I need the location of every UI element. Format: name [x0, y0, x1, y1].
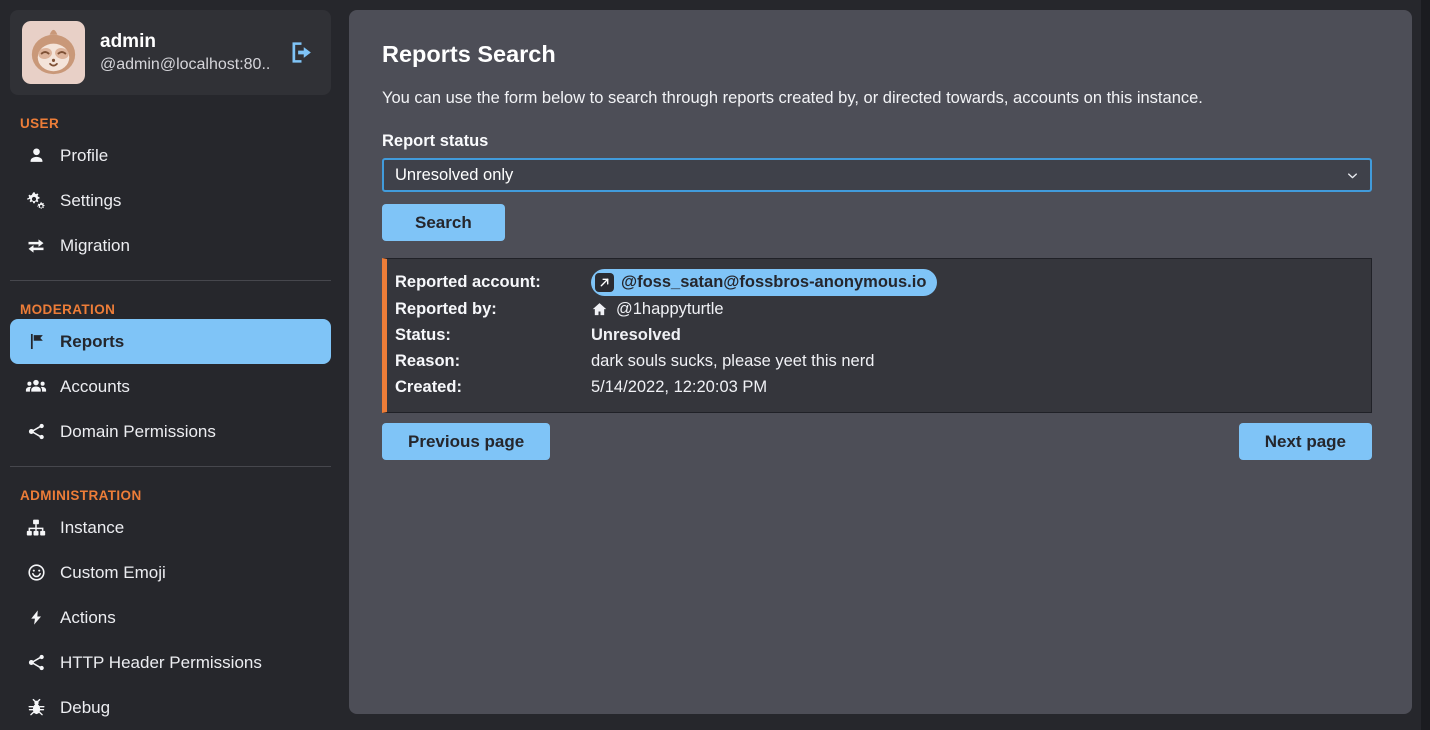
- sidebar-item-label: Reports: [60, 332, 124, 352]
- page-description: You can use the form below to search thr…: [382, 89, 1372, 108]
- nav-moderation: Reports Accounts: [10, 319, 331, 454]
- sidebar-item-label: Instance: [60, 518, 124, 538]
- sidebar-item-label: Domain Permissions: [60, 422, 216, 442]
- bug-icon: [25, 698, 47, 717]
- sidebar-item-instance[interactable]: Instance: [10, 505, 331, 550]
- users-icon: [25, 376, 47, 398]
- report-status-selected-value: Unresolved only: [395, 166, 513, 185]
- page-title: Reports Search: [382, 41, 1372, 68]
- sidebar-item-label: Profile: [60, 146, 108, 166]
- report-row-label: Reported by:: [395, 300, 591, 319]
- external-link-icon: [595, 273, 614, 292]
- house-icon: [591, 301, 608, 318]
- sidebar-item-reports[interactable]: Reports: [10, 319, 331, 364]
- sidebar-item-accounts[interactable]: Accounts: [10, 364, 331, 409]
- gears-icon: [25, 191, 47, 211]
- sidebar-item-domain-permissions[interactable]: Domain Permissions: [10, 409, 331, 454]
- sidebar-item-label: HTTP Header Permissions: [60, 653, 262, 673]
- chevron-down-icon: [1346, 169, 1359, 182]
- user-card[interactable]: admin @admin@localhost:80...: [10, 10, 331, 95]
- report-row-reason: Reason: dark souls sucks, please yeet th…: [395, 348, 1359, 374]
- report-row-reported-account: Reported account: @foss_satan@fossbros-a…: [395, 269, 1359, 296]
- sidebar-item-label: Accounts: [60, 377, 130, 397]
- sidebar-item-label: Custom Emoji: [60, 563, 166, 583]
- sidebar-item-profile[interactable]: Profile: [10, 133, 331, 178]
- reported-account-link[interactable]: @foss_satan@fossbros-anonymous.io: [591, 269, 937, 296]
- main-panel: Reports Search You can use the form belo…: [349, 10, 1412, 714]
- report-card: Reported account: @foss_satan@fossbros-a…: [382, 258, 1372, 413]
- section-header-moderation: MODERATION: [20, 302, 331, 317]
- sitemap-icon: [25, 518, 47, 538]
- nav-user: Profile Settings: [10, 133, 331, 268]
- report-row-label: Reason:: [395, 352, 591, 371]
- divider: [10, 280, 331, 281]
- report-row-status: Status: Unresolved: [395, 322, 1359, 348]
- reported-account-handle: @foss_satan@fossbros-anonymous.io: [621, 273, 926, 292]
- report-row-label: Reported account:: [395, 273, 591, 292]
- report-row-created: Created: 5/14/2022, 12:20:03 PM: [395, 374, 1359, 400]
- user-info: admin @admin@localhost:80...: [100, 31, 271, 74]
- report-created-value: 5/14/2022, 12:20:03 PM: [591, 378, 767, 397]
- smiley-icon: [25, 563, 47, 582]
- report-row-reported-by: Reported by: @1happyturtle: [395, 296, 1359, 322]
- report-reason-value: dark souls sucks, please yeet this nerd: [591, 352, 874, 371]
- share-nodes-icon: [25, 653, 47, 672]
- sidebar-item-label: Migration: [60, 236, 130, 256]
- nav-administration: Instance Custom Emoji: [10, 505, 331, 730]
- bolt-icon: [25, 609, 47, 626]
- report-status-label: Report status: [382, 132, 1372, 151]
- reported-by-handle: @1happyturtle: [616, 300, 724, 319]
- share-nodes-icon: [25, 422, 47, 441]
- pagination: Previous page Next page: [382, 423, 1372, 460]
- section-header-administration: ADMINISTRATION: [20, 488, 331, 503]
- report-status-value: Unresolved: [591, 326, 681, 345]
- page: admin @admin@localhost:80... USER Profil…: [0, 0, 1430, 730]
- sidebar-item-migration[interactable]: Migration: [10, 223, 331, 268]
- flag-icon: [25, 332, 47, 351]
- exchange-arrows-icon: [25, 236, 47, 256]
- sidebar-item-custom-emoji[interactable]: Custom Emoji: [10, 550, 331, 595]
- sloth-avatar: [22, 21, 85, 84]
- username: admin: [100, 31, 271, 53]
- user-handle: @admin@localhost:80...: [100, 56, 271, 74]
- sidebar-item-label: Actions: [60, 608, 116, 628]
- section-header-user: USER: [20, 116, 331, 131]
- sign-out-icon[interactable]: [288, 39, 315, 66]
- report-row-label: Status:: [395, 326, 591, 345]
- report-row-label: Created:: [395, 378, 591, 397]
- sidebar: admin @admin@localhost:80... USER Profil…: [10, 10, 331, 730]
- sidebar-item-label: Settings: [60, 191, 121, 211]
- sidebar-item-label: Debug: [60, 698, 110, 718]
- sidebar-item-http-header-permissions[interactable]: HTTP Header Permissions: [10, 640, 331, 685]
- report-status-select[interactable]: Unresolved only: [382, 158, 1372, 192]
- divider: [10, 466, 331, 467]
- scrollbar-track[interactable]: [1421, 0, 1430, 730]
- user-icon: [25, 146, 47, 165]
- previous-page-button[interactable]: Previous page: [382, 423, 550, 460]
- search-button[interactable]: Search: [382, 204, 505, 241]
- sidebar-item-actions[interactable]: Actions: [10, 595, 331, 640]
- sidebar-item-debug[interactable]: Debug: [10, 685, 331, 730]
- next-page-button[interactable]: Next page: [1239, 423, 1372, 460]
- sidebar-item-settings[interactable]: Settings: [10, 178, 331, 223]
